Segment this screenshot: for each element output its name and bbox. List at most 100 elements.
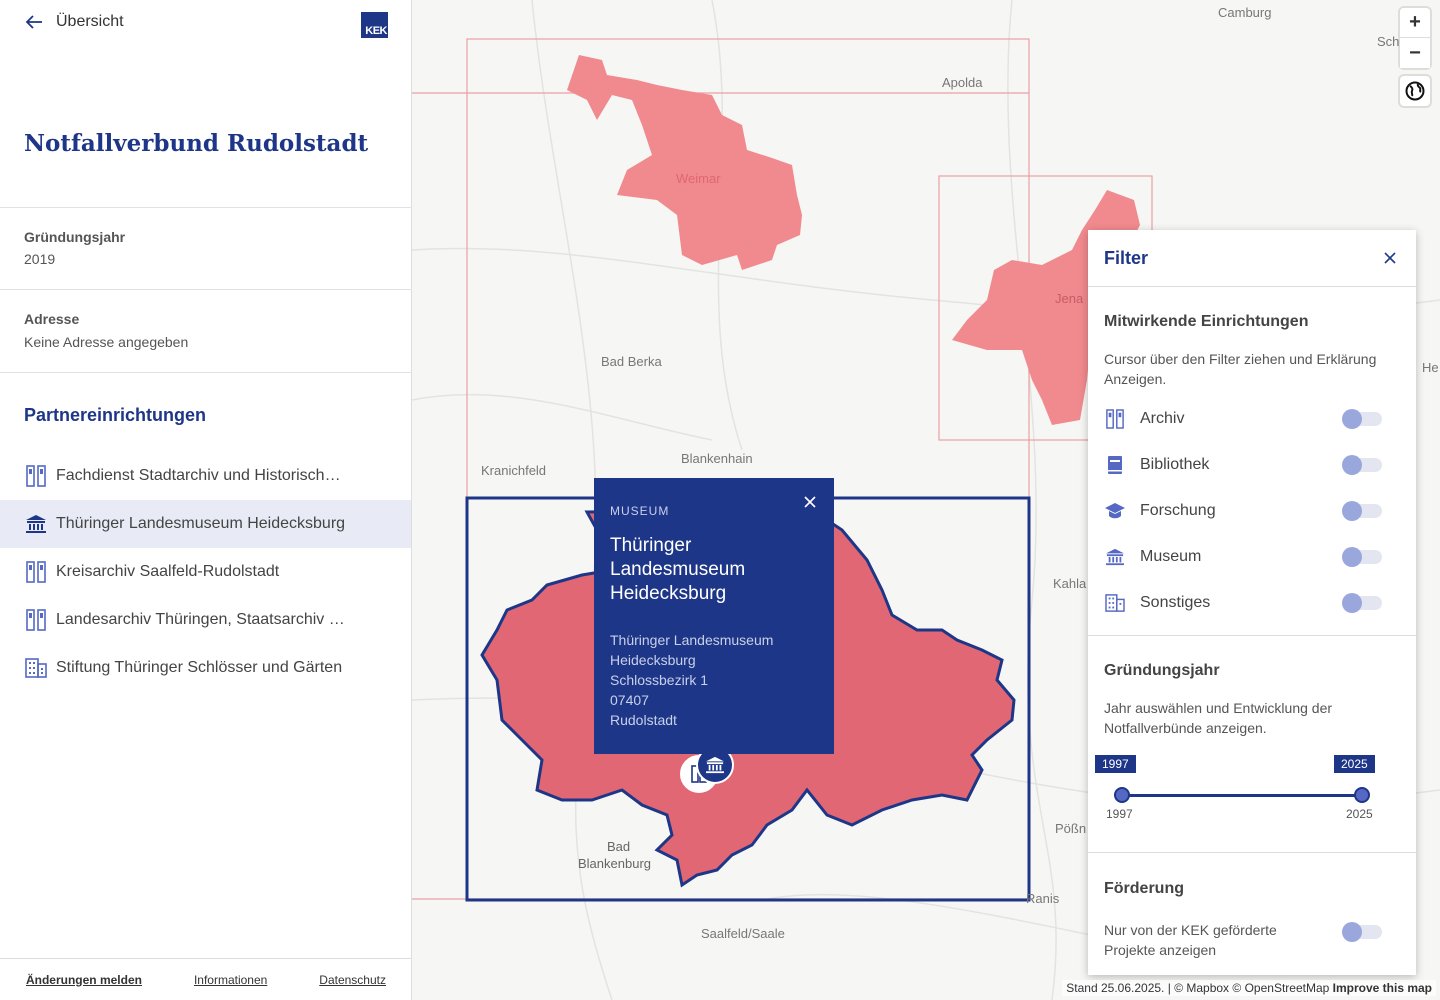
book-icon xyxy=(1104,454,1126,476)
close-icon[interactable] xyxy=(802,494,818,510)
place-label: Jena xyxy=(1055,291,1084,306)
graduation-cap-icon xyxy=(1104,500,1126,522)
popup-name: Thüringer Landesmuseum Heidecksburg xyxy=(610,535,746,604)
place-label: Ranis xyxy=(1026,891,1060,906)
report-changes-link[interactable]: Änderungen melden xyxy=(26,973,142,987)
zoom-control: + − xyxy=(1400,8,1430,68)
contributors-desc: Cursor über den Filter ziehen und Erklär… xyxy=(1104,351,1377,387)
arrow-left-icon xyxy=(25,15,42,29)
place-label: Blankenburg xyxy=(578,856,651,871)
zoom-in-button[interactable]: + xyxy=(1400,8,1430,38)
partner-label: Kreisarchiv Saalfeld-Rudolstadt xyxy=(56,563,280,580)
partner-item[interactable]: Fachdienst Stadtarchiv und Historisches … xyxy=(0,452,411,500)
zoom-out-button[interactable]: − xyxy=(1400,38,1430,68)
funding-title: Förderung xyxy=(1104,880,1184,897)
filter-label: Forschung xyxy=(1140,502,1216,519)
year-slider-max-handle[interactable] xyxy=(1354,787,1370,803)
sonstiges-toggle[interactable] xyxy=(1342,593,1382,613)
close-icon[interactable] xyxy=(1382,250,1398,266)
museum-icon xyxy=(24,512,48,536)
founding-filter-desc: Jahr auswählen und Entwicklung der Notfa… xyxy=(1104,700,1333,736)
improve-map-link[interactable]: Improve this map xyxy=(1333,981,1432,995)
museum-icon xyxy=(706,756,724,774)
archive-icon xyxy=(24,560,48,584)
year-to-badge: 2025 xyxy=(1334,755,1375,773)
place-label: Kranichfeld xyxy=(481,463,547,478)
filter-title: Filter xyxy=(1088,230,1416,287)
info-popup: MUSEUM Thüringer Landesmuseum Heidecksbu… xyxy=(594,478,834,754)
address-value: Keine Adresse angegeben xyxy=(24,334,189,350)
filter-label: Sonstiges xyxy=(1140,594,1211,611)
place-label: Saalfeld/Saale xyxy=(701,926,785,941)
footer: Änderungen melden Informationen Datensch… xyxy=(0,958,412,1000)
place-label: Sch xyxy=(1377,34,1400,49)
partner-label: Fachdienst Stadtarchiv und Historisches … xyxy=(56,467,346,484)
archive-icon xyxy=(24,464,48,488)
address-line: Rudolstadt xyxy=(610,712,677,728)
place-label: Bad Berka xyxy=(601,354,662,369)
filter-label: Bibliothek xyxy=(1140,456,1210,473)
address-label: Adresse xyxy=(24,311,80,327)
weimar-region xyxy=(567,55,802,270)
address-line: 07407 xyxy=(610,692,649,708)
filter-panel: Filter Mitwirkende Einrichtungen Cursor … xyxy=(1088,230,1416,975)
address-line: Schlossbezirk 1 xyxy=(610,672,709,688)
place-label: Camburg xyxy=(1218,5,1272,20)
mapbox-link[interactable]: © Mapbox xyxy=(1174,981,1229,995)
partners-title: Partnereinrichtungen xyxy=(24,405,207,425)
founding-label: Gründungsjahr xyxy=(24,229,126,245)
place-label: Pößn xyxy=(1055,821,1087,836)
place-label: Bad xyxy=(607,839,631,854)
address-line: Heidecksburg xyxy=(610,652,696,668)
partner-item[interactable]: Stiftung Thüringer Schlösser und Gärten xyxy=(0,644,411,692)
address-section: Adresse Keine Adresse angegeben xyxy=(0,289,412,373)
archive-icon xyxy=(1104,408,1126,430)
partner-item[interactable]: Kreisarchiv Saalfeld-Rudolstadt xyxy=(0,548,411,596)
founding-value: 2019 xyxy=(24,251,56,267)
founding-filter-title: Gründungsjahr xyxy=(1104,662,1220,679)
divider xyxy=(0,372,412,373)
back-button[interactable]: Übersicht xyxy=(24,12,124,32)
partner-item[interactable]: Landesarchiv Thüringen, Staatsarchiv Rud… xyxy=(0,596,411,644)
kek-logo[interactable]: KEK xyxy=(361,12,388,38)
partner-label: Thüringer Landesmuseum Heidecksburg xyxy=(56,515,346,532)
popup-category: MUSEUM xyxy=(610,504,670,518)
archiv-toggle[interactable] xyxy=(1342,409,1382,429)
funding-toggle[interactable] xyxy=(1342,922,1382,942)
popup-address: Thüringer Landesmuseum Heidecksburg Schl… xyxy=(610,630,818,730)
privacy-link[interactable]: Datenschutz xyxy=(319,973,386,987)
map[interactable]: Camburg Sch Apolda Weimar Jena Bad Berka… xyxy=(412,0,1440,1000)
place-label: Apolda xyxy=(942,75,983,90)
year-from-badge: 1997 xyxy=(1095,755,1136,773)
year-slider-min-handle[interactable] xyxy=(1114,787,1130,803)
information-link[interactable]: Informationen xyxy=(194,973,267,987)
bibliothek-toggle[interactable] xyxy=(1342,455,1382,475)
globe-icon xyxy=(1405,81,1425,101)
partner-item-selected[interactable]: Thüringer Landesmuseum Heidecksburg xyxy=(0,500,411,548)
place-label: He xyxy=(1422,360,1439,375)
partner-label: Landesarchiv Thüringen, Staatsarchiv Rud… xyxy=(56,611,346,628)
back-label: Übersicht xyxy=(56,13,124,30)
forschung-toggle[interactable] xyxy=(1342,501,1382,521)
divider xyxy=(1088,852,1416,853)
partner-label: Stiftung Thüringer Schlösser und Gärten xyxy=(56,659,343,676)
stand-text: Stand 25.06.2025. | xyxy=(1066,981,1171,995)
founding-section: Gründungsjahr 2019 xyxy=(0,207,412,290)
globe-button[interactable] xyxy=(1400,76,1430,106)
divider xyxy=(1088,635,1416,636)
address-line: Thüringer Landesmuseum xyxy=(610,632,774,648)
museum-toggle[interactable] xyxy=(1342,547,1382,567)
filter-label: Archiv xyxy=(1140,410,1185,427)
page-title: Notfallverbund Rudolstadt xyxy=(24,130,369,157)
osm-link[interactable]: © OpenStreetMap xyxy=(1232,981,1329,995)
year-slider-track[interactable] xyxy=(1122,794,1362,797)
museum-icon xyxy=(1104,546,1126,568)
filter-label: Museum xyxy=(1140,548,1202,565)
year-max-label: 2025 xyxy=(1346,807,1373,821)
year-min-label: 1997 xyxy=(1106,807,1133,821)
place-label: Weimar xyxy=(676,171,721,186)
place-label: Kahla xyxy=(1053,576,1087,591)
contributors-title: Mitwirkende Einrichtungen xyxy=(1104,313,1309,330)
funding-desc: Nur von der KEK geförderte Projekte anze… xyxy=(1104,922,1277,958)
archive-icon xyxy=(24,608,48,632)
